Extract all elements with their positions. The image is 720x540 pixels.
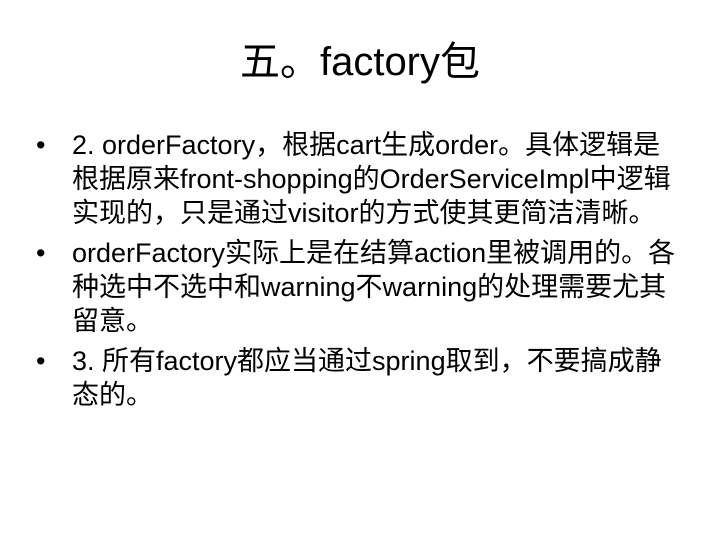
bullet-text: orderFactory实际上是在结算action里被调用的。各种选中不选中和w… xyxy=(72,238,676,336)
bullet-item-1: • 2. orderFactory，根据cart生成order。具体逻辑是根据原… xyxy=(36,128,684,230)
slide-title: 五。factory包 xyxy=(239,40,481,84)
bullet-list: • 2. orderFactory，根据cart生成order。具体逻辑是根据原… xyxy=(36,128,684,418)
bullet-icon: • xyxy=(36,238,46,268)
slide: 五。factory包 • 2. orderFactory，根据cart生成ord… xyxy=(0,0,720,540)
bullet-text: 2. orderFactory，根据cart生成order。具体逻辑是根据原来f… xyxy=(72,130,671,228)
bullet-item-3: • 3. 所有factory都应当通过spring取到，不要搞成静态的。 xyxy=(36,344,684,412)
bullet-icon: • xyxy=(36,346,46,376)
bullet-item-2: • orderFactory实际上是在结算action里被调用的。各种选中不选中… xyxy=(36,236,684,338)
bullet-text: 3. 所有factory都应当通过spring取到，不要搞成静态的。 xyxy=(72,346,662,410)
bullet-icon: • xyxy=(36,130,46,160)
